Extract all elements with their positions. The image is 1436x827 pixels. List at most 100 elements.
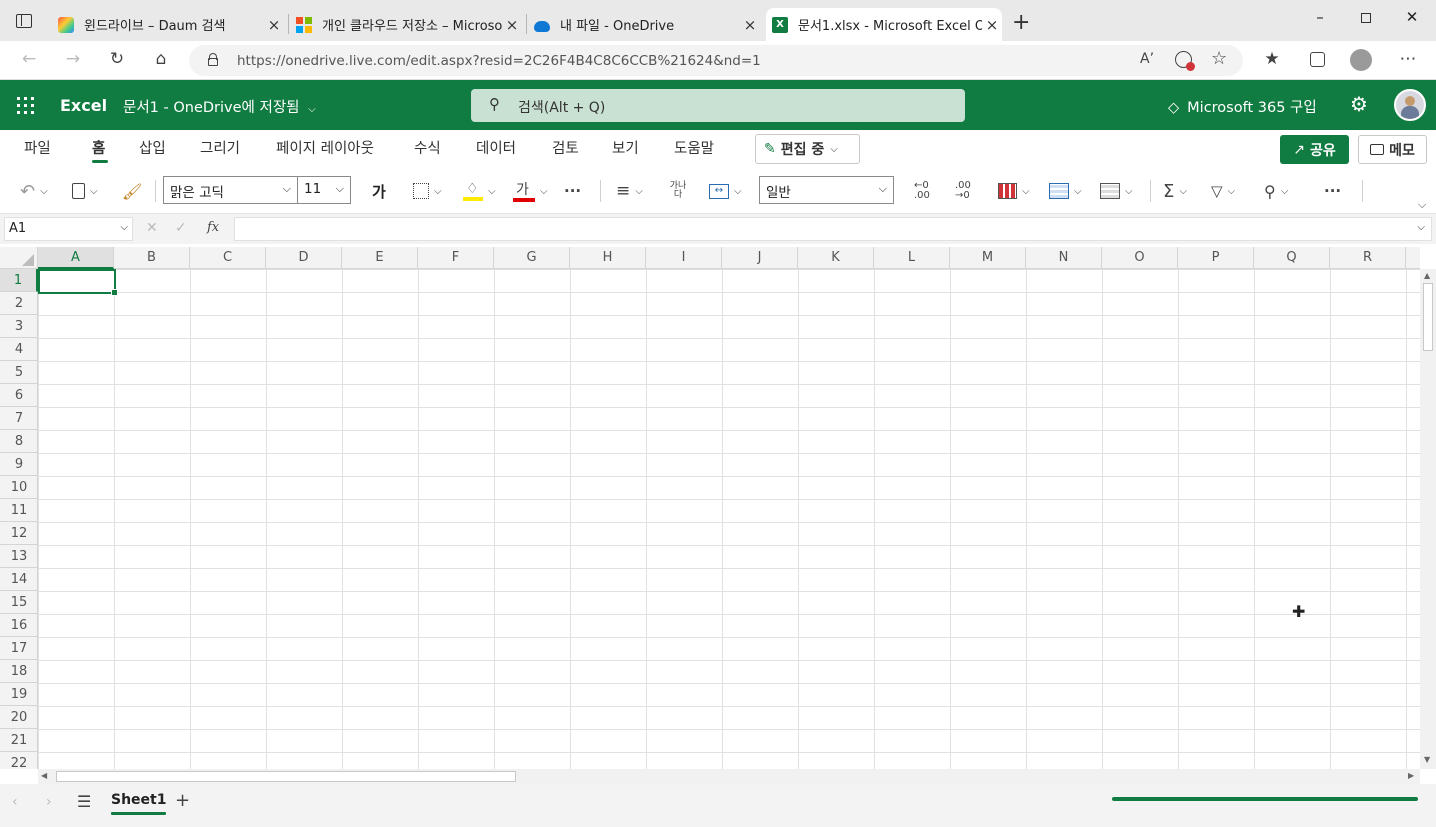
fill-color-button[interactable]: ♢ ⌵ <box>463 178 496 204</box>
row-header-12[interactable]: 12 <box>0 522 38 545</box>
number-format-select[interactable]: 일반 ⌵ <box>759 176 894 204</box>
tab-review[interactable]: 검토 <box>552 137 579 158</box>
format-painter-button[interactable]: 🖌 <box>122 178 142 204</box>
tab-actions-icon[interactable] <box>16 14 32 28</box>
row-header-13[interactable]: 13 <box>0 545 38 568</box>
row-header-22[interactable]: 22 <box>0 752 38 769</box>
row-header-16[interactable]: 16 <box>0 614 38 637</box>
editing-mode-button[interactable]: ✎ 편집 중 ⌵ <box>755 134 860 164</box>
row-header-5[interactable]: 5 <box>0 361 38 384</box>
browser-tab[interactable]: 내 파일 - OneDrive × <box>528 8 760 41</box>
column-header-e[interactable]: E <box>342 247 418 269</box>
row-header-18[interactable]: 18 <box>0 660 38 683</box>
forward-icon[interactable]: → <box>61 49 85 71</box>
maximize-icon[interactable] <box>1352 8 1380 32</box>
column-header-d[interactable]: D <box>266 247 342 269</box>
browser-tab[interactable]: 윈드라이브 – Daum 검색 × <box>52 8 284 41</box>
column-header-p[interactable]: P <box>1178 247 1254 269</box>
wrap-text-button[interactable]: 가나 다 <box>667 178 691 204</box>
cells-area[interactable] <box>38 269 1420 769</box>
scroll-up-icon[interactable]: ▲ <box>1424 271 1430 280</box>
column-header-n[interactable]: N <box>1026 247 1102 269</box>
worksheet-grid[interactable]: ABCDEFGHIJKLMNOPQR 1 2 3 4 5 6 7 8 9 10 11 12 13 14 15… <box>0 247 1420 769</box>
column-header-k[interactable]: K <box>798 247 874 269</box>
row-header-21[interactable]: 21 <box>0 729 38 752</box>
refresh-icon[interactable]: ↻ <box>105 49 129 71</box>
buy-microsoft365-button[interactable]: ◇ Microsoft 365 구입 <box>1168 96 1317 117</box>
row-header-19[interactable]: 19 <box>0 683 38 706</box>
row-header-15[interactable]: 15 <box>0 591 38 614</box>
close-window-icon[interactable]: ✕ <box>1398 8 1426 32</box>
column-header-l[interactable]: L <box>874 247 950 269</box>
app-name[interactable]: Excel <box>60 96 107 115</box>
conditional-format-button[interactable]: ⌵ <box>998 178 1030 204</box>
column-header-m[interactable]: M <box>950 247 1026 269</box>
new-tab-button[interactable]: + <box>1012 10 1030 35</box>
align-button[interactable]: ≡ ⌵ <box>616 178 643 204</box>
vertical-scroll-thumb[interactable] <box>1423 283 1433 351</box>
active-cell-a1[interactable] <box>38 269 118 296</box>
find-button[interactable]: ⚲ ⌵ <box>1264 178 1288 204</box>
close-tab-icon[interactable]: × <box>982 16 1002 34</box>
lock-icon[interactable] <box>208 53 218 66</box>
row-header-1[interactable]: 1 <box>0 269 38 292</box>
paste-button[interactable]: ⌵ <box>72 178 98 204</box>
browser-tab-active[interactable]: X 문서1.xlsx - Microsoft Excel Online × <box>766 8 1002 41</box>
row-header-9[interactable]: 9 <box>0 453 38 476</box>
cancel-entry-icon[interactable]: ✕ <box>146 220 158 236</box>
enter-entry-icon[interactable]: ✓ <box>175 220 187 236</box>
column-header-r[interactable]: R <box>1330 247 1406 269</box>
scroll-down-icon[interactable]: ▼ <box>1424 755 1430 764</box>
insert-function-button[interactable]: fx <box>207 220 219 235</box>
font-name-select[interactable]: 맑은 고딕 ⌵ <box>163 176 298 204</box>
more-font-options-button[interactable]: ··· <box>564 178 581 204</box>
bold-button[interactable]: 가 <box>372 178 386 204</box>
decrease-decimal-button[interactable]: .00 →0 <box>955 178 971 204</box>
scroll-left-icon[interactable]: ◀ <box>41 771 47 780</box>
favorites-icon[interactable]: ★ <box>1260 49 1284 71</box>
all-sheets-icon[interactable]: ☰ <box>77 792 91 811</box>
tab-home[interactable]: 홈 <box>92 137 105 158</box>
comments-button[interactable]: 메모 <box>1358 135 1427 164</box>
document-title[interactable]: 문서1 - OneDrive에 저장됨 ⌵ <box>123 96 316 117</box>
tab-draw[interactable]: 그리기 <box>200 137 240 158</box>
increase-decimal-button[interactable]: ←0.00 <box>914 178 930 204</box>
column-header-g[interactable]: G <box>494 247 570 269</box>
back-icon[interactable]: ← <box>17 49 41 71</box>
column-header-c[interactable]: C <box>190 247 266 269</box>
close-tab-icon[interactable]: × <box>264 16 284 34</box>
profile-avatar[interactable] <box>1350 49 1372 71</box>
column-header-i[interactable]: I <box>646 247 722 269</box>
row-header-4[interactable]: 4 <box>0 338 38 361</box>
autosum-button[interactable]: Σ ⌵ <box>1163 178 1187 204</box>
row-header-14[interactable]: 14 <box>0 568 38 591</box>
tab-file[interactable]: 파일 <box>24 137 51 158</box>
close-tab-icon[interactable]: × <box>502 16 522 34</box>
add-favorite-icon[interactable]: ☆ <box>1211 48 1227 69</box>
home-icon[interactable]: ⌂ <box>149 49 173 71</box>
scroll-right-icon[interactable]: ▶ <box>1408 771 1414 780</box>
column-header-b[interactable]: B <box>114 247 190 269</box>
sort-filter-button[interactable]: ▽ ⌵ <box>1211 178 1235 204</box>
account-avatar[interactable] <box>1394 89 1426 121</box>
tab-formulas[interactable]: 수식 <box>414 137 441 158</box>
cell-styles-button[interactable]: ⌵ <box>1100 178 1133 204</box>
more-options-button[interactable]: ··· <box>1324 178 1341 204</box>
row-header-2[interactable]: 2 <box>0 292 38 315</box>
column-header-q[interactable]: Q <box>1254 247 1330 269</box>
row-header-17[interactable]: 17 <box>0 637 38 660</box>
row-header-11[interactable]: 11 <box>0 499 38 522</box>
read-aloud-icon[interactable]: A’ <box>1140 51 1154 67</box>
row-header-3[interactable]: 3 <box>0 315 38 338</box>
tab-insert[interactable]: 삽입 <box>139 137 166 158</box>
tab-view[interactable]: 보기 <box>612 137 639 158</box>
sheet-tab[interactable]: Sheet1 <box>111 792 167 815</box>
horizontal-scroll-thumb[interactable] <box>56 771 516 782</box>
minimize-icon[interactable]: – <box>1306 8 1334 32</box>
row-header-20[interactable]: 20 <box>0 706 38 729</box>
borders-button[interactable]: ⌵ <box>413 178 442 204</box>
collections-icon[interactable] <box>1305 49 1329 71</box>
search-input[interactable]: ⚲ 검색(Alt + Q) <box>471 89 965 122</box>
row-header-8[interactable]: 8 <box>0 430 38 453</box>
select-all-button[interactable] <box>0 247 38 269</box>
